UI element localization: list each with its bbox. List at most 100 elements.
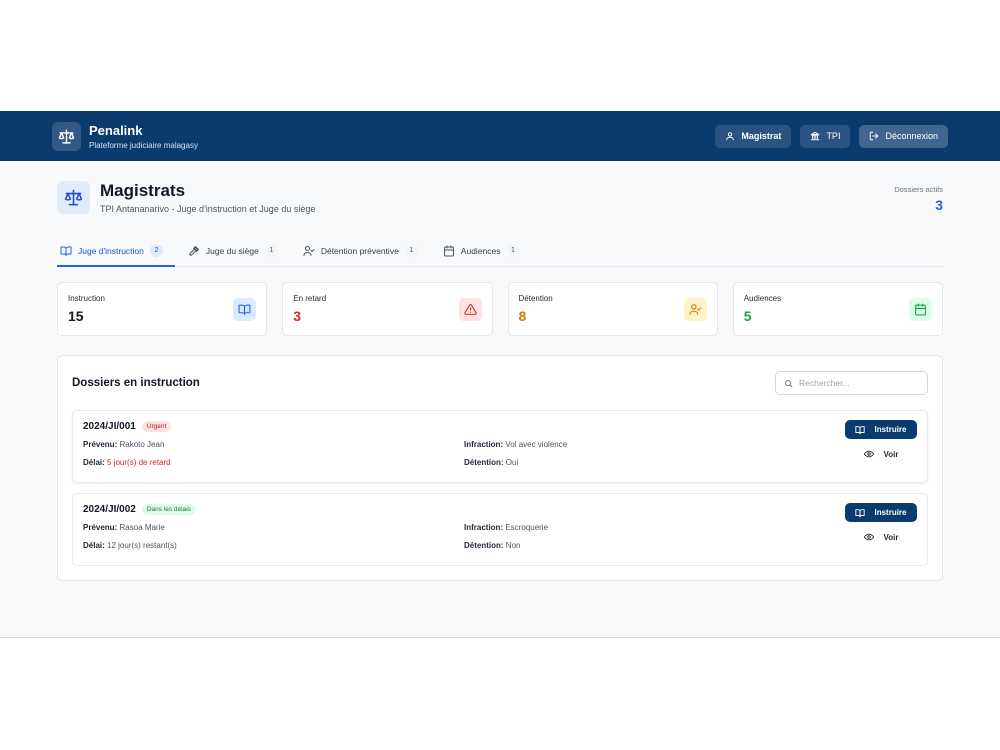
instruire-button[interactable]: Instruire bbox=[845, 503, 917, 522]
scales-icon bbox=[57, 181, 90, 214]
stat-label: Audiences bbox=[743, 294, 782, 303]
case-prevenu: Prévenu: Rasoa Marie bbox=[83, 523, 464, 532]
tab-juge-siege[interactable]: Juge du siège 1 bbox=[185, 236, 290, 267]
tpi-button-label: TPI bbox=[826, 131, 841, 141]
tab-detention-preventive[interactable]: Détention préventive 1 bbox=[300, 236, 430, 267]
case-id: 2024/JI/001 bbox=[83, 421, 136, 432]
book-icon bbox=[855, 508, 866, 518]
book-icon bbox=[233, 297, 257, 321]
stat-label: En retard bbox=[293, 294, 327, 303]
field-value: Oui bbox=[505, 458, 519, 467]
stat-card-instruction: Instruction 15 bbox=[57, 282, 268, 336]
voir-button[interactable]: Voir bbox=[845, 528, 917, 546]
tpi-button[interactable]: TPI bbox=[800, 124, 851, 148]
logout-button-label: Déconnexion bbox=[885, 131, 938, 141]
field-label: Détention: bbox=[464, 541, 504, 550]
active-cases-label: Dossiers actifs bbox=[894, 185, 943, 194]
field-label: Infraction: bbox=[464, 440, 504, 449]
app-window: Penalink Plateforme judiciaire malagasy … bbox=[0, 111, 1000, 638]
stat-label: Détention bbox=[518, 294, 553, 303]
user-check-icon bbox=[683, 297, 707, 321]
tab-juge-instruction[interactable]: Juge d'instruction 2 bbox=[57, 236, 175, 267]
field-label: Infraction: bbox=[464, 523, 504, 532]
page-subtitle: TPI Antananarivo - Juge d'instruction et… bbox=[100, 204, 316, 214]
panel-title: Dossiers en instruction bbox=[72, 377, 200, 389]
tab-label: Détention préventive bbox=[320, 245, 399, 256]
field-value: 5 jour(s) de retard bbox=[107, 458, 171, 467]
page-title: Magistrats bbox=[100, 181, 186, 200]
case-card: 2024/JI/002 Dans les délais Prévenu: Ras… bbox=[72, 493, 928, 566]
case-detention: Détention: Non bbox=[464, 541, 764, 550]
stat-card-en-retard: En retard 3 bbox=[282, 282, 493, 336]
voir-button[interactable]: Voir bbox=[845, 445, 917, 463]
stat-label: Instruction bbox=[68, 294, 105, 303]
calendar-icon bbox=[909, 297, 932, 321]
status-badge: Urgent bbox=[141, 421, 172, 432]
field-label: Détention: bbox=[464, 458, 504, 467]
field-label: Prévenu: bbox=[83, 440, 118, 449]
stat-value: 5 bbox=[743, 308, 752, 324]
tab-count: 1 bbox=[264, 244, 278, 257]
case-delai: Délai: 12 jour(s) restant(s) bbox=[83, 541, 464, 550]
case-id: 2024/JI/002 bbox=[83, 504, 136, 515]
instruire-button[interactable]: Instruire bbox=[845, 420, 917, 439]
search-icon bbox=[784, 379, 793, 388]
stat-value: 15 bbox=[68, 308, 84, 324]
magistrat-button-label: Magistrat bbox=[741, 131, 782, 141]
logout-button[interactable]: Déconnexion bbox=[859, 124, 948, 148]
voir-label: Voir bbox=[883, 449, 899, 459]
tab-audiences[interactable]: Audiences 1 bbox=[440, 236, 532, 267]
field-value: Rasoa Marie bbox=[119, 523, 165, 532]
stat-card-audiences: Audiences 5 bbox=[732, 282, 943, 336]
tab-count: 1 bbox=[404, 244, 418, 257]
eye-icon bbox=[863, 449, 874, 459]
stat-card-detention: Détention 8 bbox=[507, 282, 718, 336]
search-input[interactable] bbox=[799, 378, 919, 388]
field-value: 12 jour(s) restant(s) bbox=[107, 541, 177, 550]
field-value: Non bbox=[505, 541, 521, 550]
field-label: Délai: bbox=[83, 458, 105, 467]
gavel-icon bbox=[188, 245, 200, 257]
tab-count: 1 bbox=[506, 244, 520, 257]
instruire-label: Instruire bbox=[874, 425, 907, 434]
calendar-icon bbox=[443, 245, 455, 257]
field-value: Vol avec violence bbox=[505, 440, 568, 449]
voir-label: Voir bbox=[883, 532, 899, 542]
instruire-label: Instruire bbox=[874, 508, 907, 517]
field-label: Délai: bbox=[83, 541, 105, 550]
brand[interactable]: Penalink Plateforme judiciaire malagasy bbox=[52, 121, 198, 151]
stat-value: 8 bbox=[518, 308, 527, 324]
status-badge: Dans les délais bbox=[141, 504, 196, 515]
tab-count: 2 bbox=[149, 244, 163, 257]
active-cases-count: 3 bbox=[935, 197, 943, 213]
case-infraction: Infraction: Vol avec violence bbox=[464, 440, 764, 449]
cases-panel: Dossiers en instruction 2024/JI/001 Urge… bbox=[57, 355, 943, 581]
app-name: Penalink bbox=[89, 122, 143, 138]
case-delai: Délai: 5 jour(s) de retard bbox=[83, 458, 464, 467]
user-check-icon bbox=[303, 245, 315, 257]
alert-triangle-icon bbox=[458, 297, 482, 321]
logout-icon bbox=[869, 131, 879, 141]
search-box[interactable] bbox=[775, 371, 928, 395]
tab-label: Juge du siège bbox=[205, 245, 259, 256]
field-value: Rakoto Jean bbox=[119, 440, 165, 449]
book-icon bbox=[60, 245, 72, 257]
scales-icon bbox=[52, 121, 81, 151]
case-detention: Détention: Oui bbox=[464, 458, 764, 467]
tab-label: Juge d'instruction bbox=[78, 245, 144, 256]
case-prevenu: Prévenu: Rakoto Jean bbox=[83, 440, 464, 449]
field-value: Escroquerie bbox=[505, 523, 549, 532]
case-card: 2024/JI/001 Urgent Prévenu: Rakoto Jean … bbox=[72, 410, 928, 483]
field-label: Prévenu: bbox=[83, 523, 118, 532]
magistrat-button[interactable]: Magistrat bbox=[715, 124, 792, 148]
eye-icon bbox=[863, 532, 874, 542]
stats-row: Instruction 15 En retard 3 Détention 8 A… bbox=[57, 282, 943, 336]
building-icon bbox=[810, 131, 821, 141]
tab-label: Audiences bbox=[460, 245, 501, 256]
app-subtitle: Plateforme judiciaire malagasy bbox=[89, 140, 198, 150]
book-icon bbox=[855, 425, 866, 435]
top-navbar: Penalink Plateforme judiciaire malagasy … bbox=[0, 111, 1000, 161]
user-icon bbox=[725, 131, 735, 141]
case-infraction: Infraction: Escroquerie bbox=[464, 523, 764, 532]
stat-value: 3 bbox=[293, 308, 302, 324]
